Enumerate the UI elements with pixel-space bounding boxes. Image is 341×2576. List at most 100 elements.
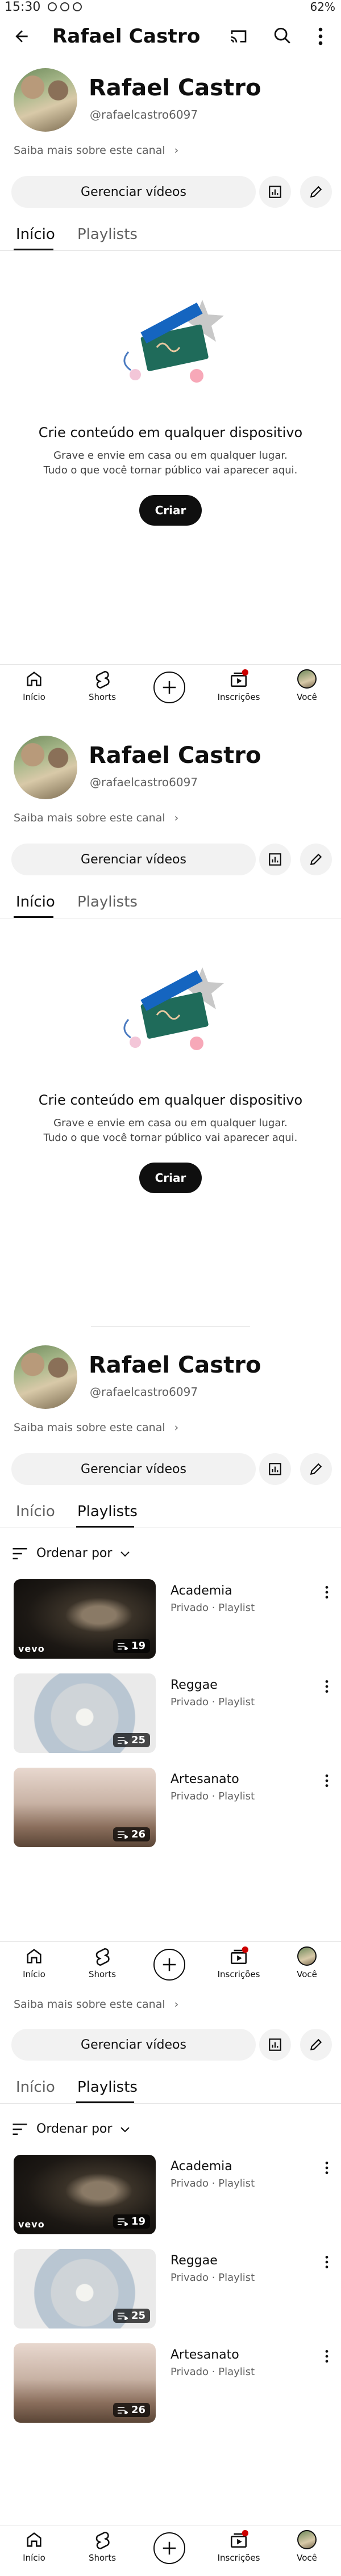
- nav-shorts[interactable]: Shorts: [74, 1946, 131, 1979]
- tab-home[interactable]: Início: [16, 1503, 55, 1520]
- playlist-item[interactable]: vevo 19 Academia Privado · Playlist: [14, 2155, 332, 2234]
- nav-shorts[interactable]: Shorts: [74, 2530, 131, 2563]
- more-vert-icon[interactable]: [316, 26, 325, 47]
- channel-name: Rafael Castro: [89, 742, 261, 769]
- channel-avatar[interactable]: [14, 68, 77, 132]
- chevron-right-icon: ›: [174, 144, 179, 157]
- nav-subscriptions[interactable]: Inscrições: [210, 1946, 267, 1979]
- more-vert-icon[interactable]: [324, 2349, 330, 2364]
- analytics-button[interactable]: [259, 1453, 291, 1485]
- nav-shorts[interactable]: Shorts: [74, 669, 131, 702]
- playlist-thumbnail[interactable]: 26: [14, 2343, 156, 2423]
- more-about-link[interactable]: Saiba mais sobre este canal ›: [14, 1998, 178, 2011]
- analytics-button[interactable]: [259, 176, 291, 208]
- create-add-button[interactable]: [153, 672, 185, 703]
- tab-home[interactable]: Início: [16, 893, 55, 911]
- sort-dropdown[interactable]: Ordenar por: [11, 1546, 130, 1560]
- create-button[interactable]: Criar: [139, 1163, 202, 1193]
- edit-button[interactable]: [300, 1453, 332, 1485]
- more-vert-icon[interactable]: [324, 2160, 330, 2175]
- playlist-thumbnail[interactable]: vevo 19: [14, 1579, 156, 1659]
- manage-videos-button[interactable]: Gerenciar vídeos: [11, 1453, 256, 1485]
- analytics-button[interactable]: [259, 844, 291, 875]
- manage-videos-button[interactable]: Gerenciar vídeos: [11, 2029, 256, 2061]
- playlist-meta: Privado · Playlist: [170, 2178, 255, 2189]
- tab-playlists[interactable]: Playlists: [77, 1503, 138, 1520]
- more-vert-icon[interactable]: [324, 1585, 330, 1600]
- playlist-thumbnail[interactable]: 25: [14, 1673, 156, 1753]
- shorts-icon: [95, 670, 110, 689]
- empty-state-line1: Grave e envie em casa ou em qualquer lug…: [53, 450, 288, 462]
- playlist-meta: Privado · Playlist: [170, 1602, 255, 1614]
- search-icon[interactable]: [273, 26, 292, 45]
- nav-home[interactable]: Início: [6, 669, 63, 702]
- create-button[interactable]: Criar: [139, 495, 202, 526]
- cast-icon[interactable]: [230, 28, 248, 44]
- video-count-badge: 26: [113, 2403, 150, 2417]
- chevron-right-icon: ›: [174, 1998, 179, 2011]
- clapperboard-illustration: [123, 300, 224, 383]
- nav-you[interactable]: Você: [278, 669, 335, 702]
- manage-videos-button[interactable]: Gerenciar vídeos: [11, 176, 256, 208]
- you-avatar: [297, 2530, 317, 2549]
- channel-avatar[interactable]: [14, 1345, 77, 1409]
- nav-home[interactable]: Início: [6, 1946, 63, 1979]
- edit-button[interactable]: [300, 176, 332, 208]
- subscriptions-icon: [230, 2530, 248, 2548]
- video-count-badge: 19: [113, 2214, 150, 2229]
- bottom-navigation: Início Shorts Inscrições Você: [0, 664, 341, 713]
- nav-subscriptions[interactable]: Inscrições: [210, 2530, 267, 2563]
- tab-divider: [0, 250, 341, 251]
- playlist-title: Artesanato: [170, 1772, 239, 1786]
- playlist-title: Reggae: [170, 1678, 218, 1692]
- nav-home-label: Início: [23, 1969, 45, 1979]
- chevron-right-icon: ›: [174, 812, 179, 824]
- more-vert-icon[interactable]: [324, 1773, 330, 1788]
- analytics-button[interactable]: [259, 2029, 291, 2061]
- top-app-bar: Rafael Castro: [0, 20, 341, 52]
- playlist-thumbnail[interactable]: 26: [14, 1768, 156, 1847]
- channel-handle: @rafaelcastro6097: [90, 1385, 198, 1399]
- playlist-item[interactable]: 26 Artesanato Privado · Playlist: [14, 1768, 332, 1847]
- tab-home[interactable]: Início: [16, 226, 55, 243]
- more-about-link[interactable]: Saiba mais sobre este canal ›: [14, 1421, 178, 1434]
- nav-subscriptions[interactable]: Inscrições: [210, 669, 267, 702]
- nav-you[interactable]: Você: [278, 2530, 335, 2563]
- sort-dropdown[interactable]: Ordenar por: [11, 2122, 130, 2136]
- nav-home[interactable]: Início: [6, 2530, 63, 2563]
- create-add-button[interactable]: [153, 2532, 185, 2564]
- playlist-icon: [117, 1831, 128, 1839]
- tab-home[interactable]: Início: [16, 2079, 55, 2096]
- channel-handle: @rafaelcastro6097: [90, 108, 198, 121]
- playlist-item[interactable]: 25 Reggae Privado · Playlist: [14, 2249, 332, 2329]
- tab-playlists[interactable]: Playlists: [77, 2079, 138, 2096]
- chevron-down-icon: [120, 1551, 130, 1556]
- playlist-thumbnail[interactable]: vevo 19: [14, 2155, 156, 2234]
- back-arrow-icon[interactable]: [13, 27, 31, 45]
- tab-playlists[interactable]: Playlists: [77, 226, 138, 243]
- channel-avatar[interactable]: [14, 736, 77, 799]
- playlist-item[interactable]: 25 Reggae Privado · Playlist: [14, 1673, 332, 1753]
- playlist-item[interactable]: 26 Artesanato Privado · Playlist: [14, 2343, 332, 2423]
- more-about-link[interactable]: Saiba mais sobre este canal ›: [14, 144, 178, 157]
- channel-name: Rafael Castro: [89, 1352, 261, 1378]
- empty-state-line2: Tudo o que você tornar público vai apare…: [43, 1132, 298, 1144]
- playlist-item[interactable]: vevo 19 Academia Privado · Playlist: [14, 1579, 332, 1659]
- video-count: 19: [131, 1640, 145, 1652]
- sort-label: Ordenar por: [36, 2122, 113, 2136]
- edit-button[interactable]: [300, 2029, 332, 2061]
- vevo-logo: vevo: [18, 1643, 45, 1654]
- nav-you[interactable]: Você: [278, 1946, 335, 1979]
- more-vert-icon[interactable]: [324, 1679, 330, 1694]
- more-vert-icon[interactable]: [324, 2255, 330, 2269]
- you-avatar: [297, 669, 317, 689]
- plus-icon: [163, 681, 176, 694]
- create-add-button[interactable]: [153, 1949, 185, 1981]
- manage-videos-button[interactable]: Gerenciar vídeos: [11, 844, 256, 875]
- edit-button[interactable]: [300, 844, 332, 875]
- bottom-navigation: Início Shorts Inscrições Você: [0, 2525, 341, 2574]
- more-about-link[interactable]: Saiba mais sobre este canal ›: [14, 812, 178, 824]
- subscriptions-icon: [230, 1946, 248, 1965]
- tab-playlists[interactable]: Playlists: [77, 893, 138, 911]
- playlist-thumbnail[interactable]: 25: [14, 2249, 156, 2329]
